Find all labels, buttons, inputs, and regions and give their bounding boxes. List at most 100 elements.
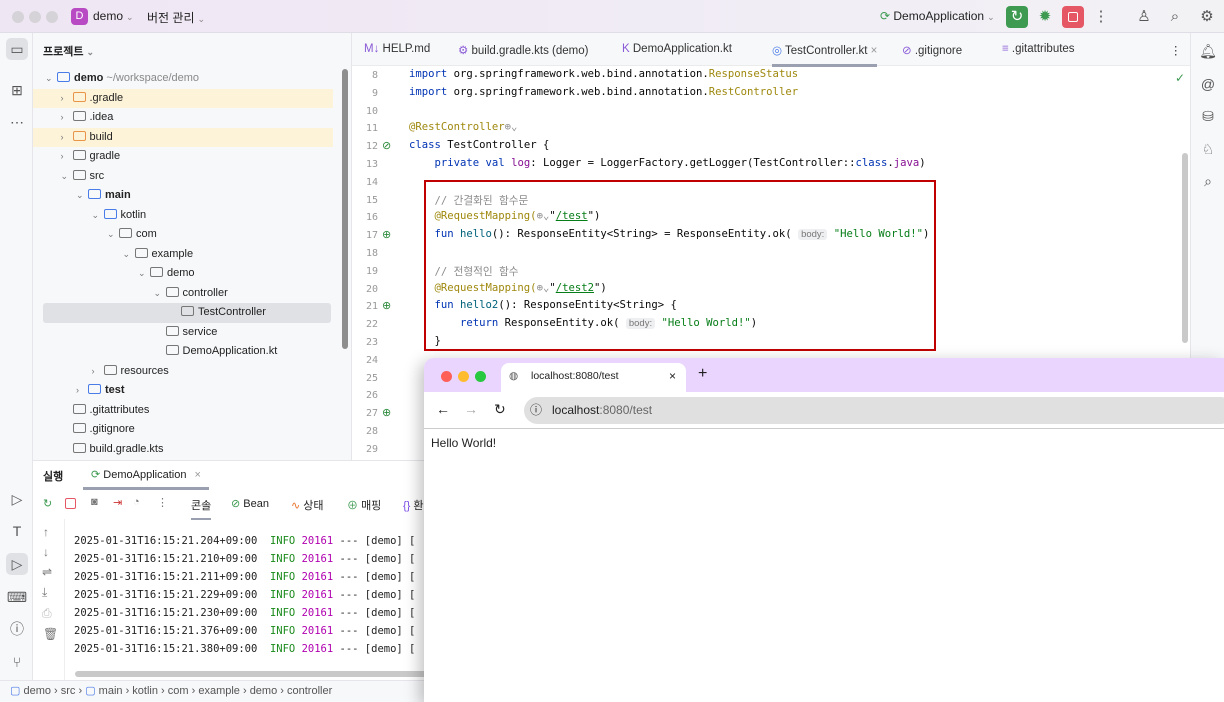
tree-item-build[interactable]: › build: [33, 127, 333, 148]
chevron-down-icon[interactable]: ⌄: [92, 206, 104, 226]
breadcrumb-item[interactable]: controller: [287, 685, 332, 697]
run-tab-demoapplication[interactable]: ⟳ DemoApplication ×: [83, 464, 209, 490]
notifications-bell-icon[interactable]: 🔔︎: [1197, 40, 1219, 62]
site-info-icon[interactable]: ⓘ: [530, 397, 542, 424]
tree-item-kotlin[interactable]: ⌄ kotlin: [33, 206, 333, 226]
tree-item-main[interactable]: ⌄ main: [33, 186, 333, 206]
address-bar[interactable]: ⓘ localhost:8080/test: [524, 397, 1224, 424]
tree-item-gitattributes[interactable]: .gitattributes: [33, 401, 333, 421]
folder-icon[interactable]: ▭: [6, 38, 28, 60]
more-icon[interactable]: ⋮: [157, 496, 168, 509]
tree-item-demoapplicationkt[interactable]: DemoApplication.kt: [33, 342, 333, 362]
console-output[interactable]: 2025-01-31T16:15:21.204+09:00 INFO 20161…: [33, 519, 433, 669]
tree-item-gradle[interactable]: › .gradle: [33, 88, 333, 109]
browser-minimize-button[interactable]: [458, 371, 469, 382]
tree-item-demo[interactable]: ⌄ demo: [33, 264, 333, 284]
tree-item-gitignore[interactable]: .gitignore: [33, 420, 333, 440]
services-icon[interactable]: ▷: [6, 488, 28, 510]
rerun-icon[interactable]: ↻: [43, 497, 52, 510]
more-tools-icon[interactable]: ⋯: [6, 111, 28, 133]
breadcrumb-item[interactable]: demo: [250, 685, 278, 697]
chevron-down-icon[interactable]: ⌄: [123, 245, 135, 265]
profiler-icon[interactable]: ◔: [133, 496, 140, 508]
tree-item-buildgradlekts[interactable]: build.gradle.kts: [33, 440, 333, 460]
breadcrumb-item[interactable]: kotlin: [132, 685, 158, 697]
more-icon[interactable]: ⋮: [1090, 6, 1112, 28]
vcs-menu[interactable]: 버전 관리 ⌄: [147, 9, 205, 26]
new-tab-button[interactable]: +: [698, 365, 707, 383]
project-panel-title[interactable]: 프로젝트 ⌄: [43, 43, 94, 59]
endpoint-gutter-icon[interactable]: ⊕: [382, 228, 391, 241]
rerun-icon[interactable]: ↻: [1006, 6, 1028, 28]
chevron-down-icon[interactable]: ⌄: [138, 264, 150, 284]
browser-close-button[interactable]: [441, 371, 452, 382]
chevron-right-icon[interactable]: ›: [61, 147, 73, 167]
gear-icon[interactable]: ⚙: [1196, 6, 1218, 28]
tab-health[interactable]: ∿ 상태: [291, 497, 324, 513]
editor-scrollbar[interactable]: [1182, 153, 1188, 343]
stop-button[interactable]: [1062, 6, 1084, 28]
forward-icon[interactable]: →: [464, 401, 478, 417]
structure-icon[interactable]: ⊞: [6, 79, 28, 101]
chevron-right-icon[interactable]: ›: [76, 381, 88, 401]
endpoint-gutter-icon[interactable]: ⊕: [382, 406, 391, 419]
chevron-right-icon[interactable]: ›: [92, 362, 104, 382]
browser-zoom-button[interactable]: [475, 371, 486, 382]
tree-item-demo[interactable]: ⌄ demo ~/workspace/demo: [33, 69, 333, 89]
tree-item-service[interactable]: service: [33, 323, 333, 343]
tabs-more-icon[interactable]: ⋮: [1170, 43, 1182, 57]
tree-item-src[interactable]: ⌄ src: [33, 167, 333, 187]
tree-item-controller[interactable]: ⌄ controller: [33, 284, 333, 304]
build-hammer-icon[interactable]: T: [6, 520, 28, 542]
tab--gitattributes[interactable]: ≡ .gitattributes: [1002, 43, 1075, 55]
endpoints-icon[interactable]: ⌕: [1197, 170, 1219, 192]
terminal-icon[interactable]: ⌨: [6, 586, 28, 608]
tree-item-testcontroller[interactable]: TestController: [43, 303, 331, 323]
problems-icon[interactable]: ⓘ: [6, 618, 28, 640]
window-zoom-button[interactable]: [46, 11, 58, 23]
tree-item-resources[interactable]: › resources: [33, 362, 333, 382]
tree-item-example[interactable]: ⌄ example: [33, 245, 333, 265]
chevron-right-icon[interactable]: ›: [61, 108, 73, 128]
close-tab-icon[interactable]: ×: [669, 363, 676, 390]
window-minimize-button[interactable]: [29, 11, 41, 23]
tab-demoapplication-kt[interactable]: K DemoApplication.kt: [622, 43, 732, 55]
chevron-down-icon[interactable]: ⌄: [154, 284, 166, 304]
browser-tab[interactable]: ◍ localhost:8080/test ×: [501, 363, 686, 392]
tab-mappings[interactable]: ⊕ 매핑: [347, 497, 381, 513]
project-scrollbar[interactable]: [342, 69, 348, 349]
tab--gitignore[interactable]: ⊘ .gitignore: [902, 43, 962, 57]
tab-environment[interactable]: {} 환: [403, 497, 424, 513]
camera-icon[interactable]: ◙: [91, 496, 98, 508]
chevron-down-icon[interactable]: ⌄: [45, 69, 57, 89]
run-icon[interactable]: ▷: [6, 553, 28, 575]
debug-bug-icon[interactable]: ✹: [1034, 6, 1056, 28]
gradle-icon[interactable]: ♘: [1197, 138, 1219, 160]
chevron-down-icon[interactable]: ⌄: [76, 186, 88, 206]
endpoint-gutter-icon[interactable]: ⊕: [382, 299, 391, 312]
database-icon[interactable]: ⛁: [1197, 105, 1219, 127]
search-icon[interactable]: ⌕: [1164, 6, 1186, 28]
chevron-right-icon[interactable]: ›: [61, 128, 73, 148]
breadcrumb-item[interactable]: example: [198, 685, 240, 697]
tab-build-gradle-kts--demo-[interactable]: ⚙ build.gradle.kts (demo): [458, 43, 589, 57]
window-close-button[interactable]: [12, 11, 24, 23]
project-switcher[interactable]: demo ⌄: [93, 9, 134, 23]
reload-icon[interactable]: ↻: [494, 401, 506, 418]
stop-icon[interactable]: [65, 498, 76, 509]
breadcrumb-item[interactable]: demo: [23, 685, 51, 697]
tree-item-com[interactable]: ⌄ com: [33, 225, 333, 245]
console-scrollbar[interactable]: [75, 671, 435, 677]
spring-bean-gutter-icon[interactable]: ⊘: [382, 139, 391, 152]
chevron-right-icon[interactable]: ›: [61, 89, 73, 109]
ai-assistant-icon[interactable]: @: [1197, 73, 1219, 95]
tab-testcontroller-kt[interactable]: ◎ TestController.kt ×: [772, 43, 878, 67]
tree-item-test[interactable]: › test: [33, 381, 333, 401]
chevron-down-icon[interactable]: ⌄: [61, 167, 73, 187]
breadcrumb-item[interactable]: src: [61, 685, 76, 697]
run-config-selector[interactable]: ⟳ DemoApplication ⌄: [880, 9, 995, 23]
tab-help-md[interactable]: M↓ HELP.md: [364, 43, 430, 55]
chevron-down-icon[interactable]: ⌄: [107, 225, 119, 245]
tab-console[interactable]: 콘솔: [191, 497, 212, 520]
close-icon[interactable]: ×: [194, 469, 200, 481]
